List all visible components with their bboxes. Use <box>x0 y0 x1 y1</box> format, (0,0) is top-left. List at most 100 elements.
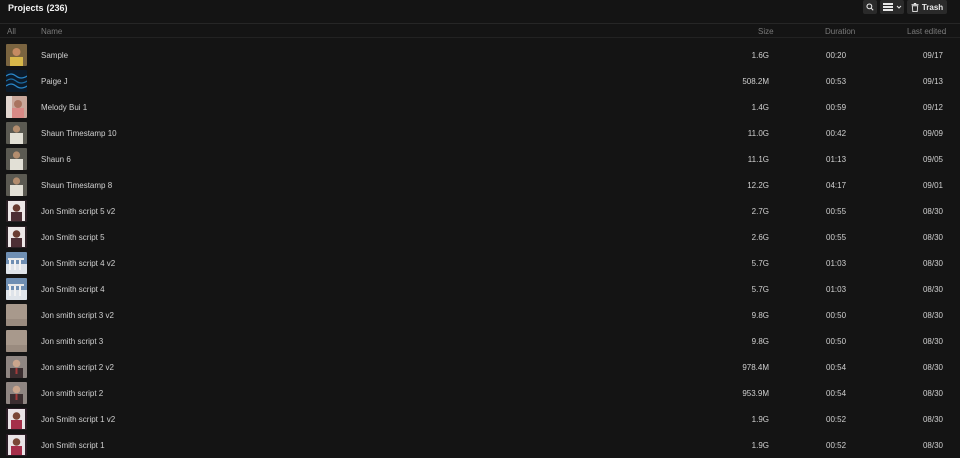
search-icon <box>866 3 874 11</box>
project-thumbnail[interactable] <box>6 200 27 222</box>
project-duration: 00:55 <box>826 207 847 216</box>
project-thumbnail[interactable] <box>6 44 27 66</box>
project-size: 508.2M <box>742 77 769 86</box>
project-duration: 01:03 <box>826 285 847 294</box>
project-last-edited: 08/30 <box>922 441 943 450</box>
project-row[interactable]: Jon Smith script 5 v2 2.7G 00:55 08/30 <box>0 198 960 224</box>
page-title-label: Projects <box>8 3 44 13</box>
project-duration: 00:20 <box>826 51 847 60</box>
project-size: 2.7G <box>751 207 769 216</box>
project-row[interactable]: Shaun Timestamp 10 11.0G 00:42 09/09 <box>0 120 960 146</box>
project-duration: 01:13 <box>826 155 847 164</box>
project-last-edited: 08/30 <box>922 259 943 268</box>
project-name[interactable]: Jon Smith script 4 v2 <box>41 259 115 268</box>
project-name[interactable]: Jon Smith script 5 <box>41 233 105 242</box>
project-size: 11.1G <box>747 155 769 164</box>
project-duration: 00:50 <box>826 311 847 320</box>
project-row[interactable]: Jon Smith script 1 v2 1.9G 00:52 08/30 <box>0 406 960 432</box>
project-list: Sample 1.6G 00:20 09/17 Paige J 508.2M 00:53 09… <box>0 42 960 458</box>
project-thumbnail[interactable] <box>6 408 27 430</box>
project-size: 1.9G <box>751 415 769 424</box>
project-row[interactable]: Paige J 508.2M 00:53 09/13 <box>0 68 960 94</box>
project-thumbnail[interactable] <box>6 434 27 456</box>
project-name[interactable]: Jon smith script 3 v2 <box>41 311 114 320</box>
project-row[interactable]: Melody Bui 1 1.4G 00:59 09/12 <box>0 94 960 120</box>
project-name[interactable]: Shaun Timestamp 8 <box>41 181 112 190</box>
project-size: 11.0G <box>747 129 769 138</box>
project-thumbnail[interactable] <box>6 122 27 144</box>
view-mode-button[interactable] <box>880 0 904 14</box>
project-thumbnail[interactable] <box>6 304 27 326</box>
project-name[interactable]: Jon smith script 2 v2 <box>41 363 114 372</box>
project-last-edited: 08/30 <box>922 363 943 372</box>
project-size: 5.7G <box>751 259 769 268</box>
project-last-edited: 08/30 <box>922 415 943 424</box>
project-row[interactable]: Jon smith script 2 953.9M 00:54 08/30 <box>0 380 960 406</box>
project-thumbnail[interactable] <box>6 96 27 118</box>
project-name[interactable]: Jon Smith script 1 v2 <box>41 415 115 424</box>
project-last-edited: 08/30 <box>922 389 943 398</box>
project-row[interactable]: Sample 1.6G 00:20 09/17 <box>0 42 960 68</box>
project-thumbnail[interactable] <box>6 330 27 352</box>
project-size: 953.9M <box>742 389 769 398</box>
project-row[interactable]: Shaun 6 11.1G 01:13 09/05 <box>0 146 960 172</box>
project-name[interactable]: Shaun Timestamp 10 <box>41 129 117 138</box>
column-size[interactable]: Size <box>758 27 774 36</box>
chevron-down-icon <box>896 5 901 9</box>
project-duration: 00:52 <box>826 441 847 450</box>
project-last-edited: 09/17 <box>922 51 943 60</box>
project-thumbnail[interactable] <box>6 252 27 274</box>
project-thumbnail[interactable] <box>6 70 27 92</box>
project-size: 1.9G <box>751 441 769 450</box>
project-thumbnail[interactable] <box>6 148 27 170</box>
trash-button[interactable]: Trash <box>907 0 947 14</box>
project-name[interactable]: Melody Bui 1 <box>41 103 87 112</box>
project-last-edited: 09/09 <box>922 129 943 138</box>
page-title: Projects (236) <box>8 3 68 13</box>
header-divider <box>0 37 960 38</box>
project-last-edited: 08/30 <box>922 233 943 242</box>
project-name[interactable]: Jon smith script 2 <box>41 389 103 398</box>
project-count: (236) <box>46 3 68 13</box>
project-row[interactable]: Jon Smith script 4 v2 5.7G 01:03 08/30 <box>0 250 960 276</box>
project-name[interactable]: Jon smith script 3 <box>41 337 103 346</box>
project-name[interactable]: Jon Smith script 5 v2 <box>41 207 115 216</box>
project-duration: 00:42 <box>826 129 847 138</box>
project-row[interactable]: Jon Smith script 1 1.9G 00:52 08/30 <box>0 432 960 458</box>
project-thumbnail[interactable] <box>6 356 27 378</box>
project-thumbnail[interactable] <box>6 382 27 404</box>
project-last-edited: 08/30 <box>922 207 943 216</box>
project-row[interactable]: Jon Smith script 5 2.6G 00:55 08/30 <box>0 224 960 250</box>
project-name[interactable]: Shaun 6 <box>41 155 71 164</box>
project-row[interactable]: Shaun Timestamp 8 12.2G 04:17 09/01 <box>0 172 960 198</box>
project-name[interactable]: Jon Smith script 4 <box>41 285 105 294</box>
project-last-edited: 08/30 <box>922 285 943 294</box>
project-name[interactable]: Sample <box>41 51 68 60</box>
project-name[interactable]: Jon Smith script 1 <box>41 441 105 450</box>
top-bar: Projects (236) Trash <box>0 0 960 18</box>
project-duration: 00:53 <box>826 77 847 86</box>
project-name[interactable]: Paige J <box>41 77 68 86</box>
project-duration: 00:54 <box>826 363 847 372</box>
search-button[interactable] <box>863 0 877 14</box>
project-thumbnail[interactable] <box>6 226 27 248</box>
project-row[interactable]: Jon smith script 3 9.8G 00:50 08/30 <box>0 328 960 354</box>
project-last-edited: 09/01 <box>922 181 943 190</box>
project-row[interactable]: Jon smith script 2 v2 978.4M 00:54 08/30 <box>0 354 960 380</box>
project-size: 9.8G <box>751 311 769 320</box>
project-last-edited: 08/30 <box>922 337 943 346</box>
project-duration: 00:59 <box>826 103 847 112</box>
project-thumbnail[interactable] <box>6 174 27 196</box>
trash-icon <box>911 2 919 12</box>
project-row[interactable]: Jon Smith script 4 5.7G 01:03 08/30 <box>0 276 960 302</box>
project-duration: 00:52 <box>826 415 847 424</box>
sort-arrow-icon[interactable]: ↓ <box>943 27 947 36</box>
column-all[interactable]: All <box>7 27 16 36</box>
project-size: 1.6G <box>751 51 769 60</box>
column-last-edited[interactable]: Last edited <box>907 27 946 36</box>
trash-label: Trash <box>921 2 944 12</box>
column-name[interactable]: Name <box>41 27 62 36</box>
project-row[interactable]: Jon smith script 3 v2 9.8G 00:50 08/30 <box>0 302 960 328</box>
project-thumbnail[interactable] <box>6 278 27 300</box>
column-duration[interactable]: Duration <box>825 27 855 36</box>
